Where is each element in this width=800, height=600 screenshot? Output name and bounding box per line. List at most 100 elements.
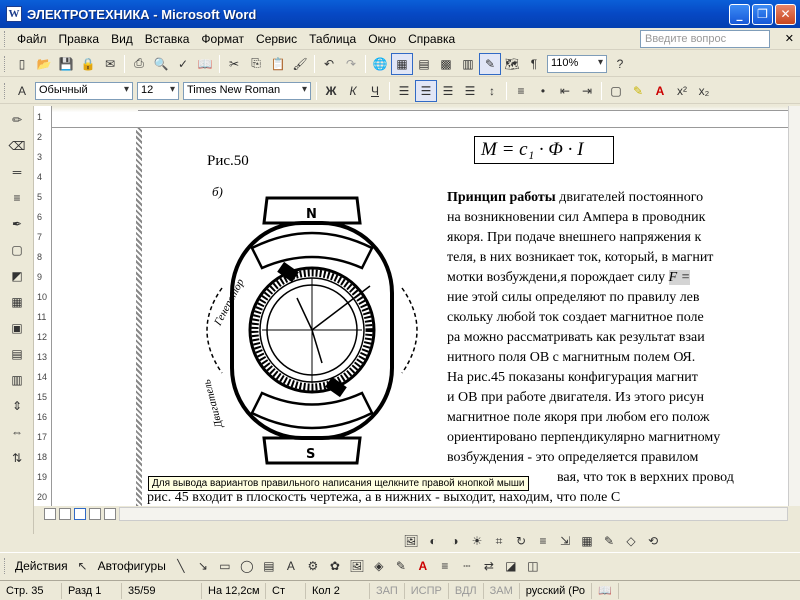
- normal-view-icon[interactable]: [44, 508, 56, 520]
- document-close-icon[interactable]: ✕: [785, 32, 794, 45]
- superscript-button[interactable]: x²: [671, 80, 693, 102]
- menu-edit[interactable]: Правка: [53, 29, 106, 49]
- dc-motor-figure[interactable]: N S б) Генератор Двигатель: [202, 178, 422, 468]
- spelling-icon[interactable]: ✓: [172, 53, 194, 75]
- undo-icon[interactable]: ↶: [318, 53, 340, 75]
- bold-button[interactable]: Ж: [320, 80, 342, 102]
- menu-tools[interactable]: Сервис: [250, 29, 303, 49]
- show-hide-icon[interactable]: ¶: [523, 53, 545, 75]
- format-picture-icon[interactable]: ✎: [598, 530, 620, 552]
- menu-help[interactable]: Справка: [402, 29, 461, 49]
- tables-borders-icon[interactable]: ▦: [391, 52, 413, 75]
- document-map-icon[interactable]: 🗺: [501, 53, 523, 75]
- numbering-icon[interactable]: ≡: [510, 80, 532, 102]
- actions-menu[interactable]: Действия: [11, 559, 72, 573]
- outline-view-icon[interactable]: [89, 508, 101, 520]
- print-icon[interactable]: ⎙: [128, 53, 150, 75]
- line-spacing-icon[interactable]: ↕: [481, 80, 503, 102]
- clipart-icon[interactable]: ✿: [324, 555, 346, 577]
- wordart-icon[interactable]: A: [280, 555, 302, 577]
- justify-icon[interactable]: ☰: [459, 80, 481, 102]
- borders-icon[interactable]: ▢: [605, 80, 627, 102]
- inline-formula[interactable]: F =: [668, 270, 691, 285]
- text-wrap-icon[interactable]: ▦: [576, 530, 598, 552]
- line-icon[interactable]: ╲: [170, 555, 192, 577]
- diagram-icon[interactable]: ⚙: [302, 555, 324, 577]
- vertical-scrollbar[interactable]: [788, 106, 800, 506]
- autoshapes-menu[interactable]: Автофигуры: [94, 559, 170, 573]
- arrow-style-icon[interactable]: ⇄: [478, 555, 500, 577]
- font-color-draw-icon[interactable]: A: [412, 555, 434, 577]
- menu-window[interactable]: Окно: [362, 29, 402, 49]
- split-cells-icon[interactable]: ▤: [6, 343, 28, 365]
- close-button[interactable]: ✕: [775, 4, 796, 25]
- line-weight-icon[interactable]: ≡: [6, 187, 28, 209]
- line-style-icon[interactable]: ═: [6, 161, 28, 183]
- picture-icon[interactable]: 🖼: [346, 555, 368, 577]
- 3d-icon[interactable]: ◫: [522, 555, 544, 577]
- align-left-icon[interactable]: ☰: [393, 80, 415, 102]
- format-painter-icon[interactable]: 🖌: [289, 53, 311, 75]
- toolbar-grip[interactable]: [4, 82, 7, 99]
- status-rec[interactable]: ЗАП: [370, 582, 405, 599]
- highlight-icon[interactable]: ✎: [627, 80, 649, 102]
- eraser-icon[interactable]: ⌫: [6, 135, 28, 157]
- bullets-icon[interactable]: •: [532, 80, 554, 102]
- print-layout-icon[interactable]: [74, 508, 86, 520]
- new-document-icon[interactable]: ▯: [11, 53, 33, 75]
- reading-view-icon[interactable]: [104, 508, 116, 520]
- permission-icon[interactable]: 🔒: [77, 53, 99, 75]
- increase-indent-icon[interactable]: ⇥: [576, 80, 598, 102]
- hyperlink-icon[interactable]: 🌐: [369, 53, 391, 75]
- insert-picture-icon[interactable]: 🖼: [400, 530, 422, 552]
- redo-icon[interactable]: ↷: [340, 53, 362, 75]
- distribute-rows-icon[interactable]: ⇕: [6, 395, 28, 417]
- decrease-indent-icon[interactable]: ⇤: [554, 80, 576, 102]
- styles-pane-icon[interactable]: A: [11, 80, 33, 102]
- font-color-icon[interactable]: A: [649, 80, 671, 102]
- color-icon[interactable]: ◐: [422, 530, 444, 552]
- oval-icon[interactable]: ◯: [236, 555, 258, 577]
- pencil-icon[interactable]: ✏: [6, 109, 28, 131]
- insert-excel-icon[interactable]: ▩: [435, 53, 457, 75]
- style-select[interactable]: Обычный: [35, 81, 133, 100]
- border-color-icon[interactable]: ✒: [6, 213, 28, 235]
- menu-format[interactable]: Формат: [195, 29, 250, 49]
- copy-icon[interactable]: ⎘: [245, 53, 267, 75]
- zoom-select[interactable]: 110%: [547, 54, 607, 73]
- open-folder-icon[interactable]: 📂: [33, 53, 55, 75]
- menu-grip[interactable]: [4, 30, 7, 47]
- dash-style-icon[interactable]: ┄: [456, 555, 478, 577]
- status-trk[interactable]: ИСПР: [405, 582, 449, 599]
- document-text[interactable]: Принцип работы двигателей постоянного на…: [147, 188, 788, 506]
- align-center-icon[interactable]: ☰: [415, 79, 437, 102]
- italic-button[interactable]: К: [342, 80, 364, 102]
- font-size-select[interactable]: 12: [137, 81, 179, 100]
- insert-table-icon[interactable]: ▤: [413, 53, 435, 75]
- menu-insert[interactable]: Вставка: [139, 29, 196, 49]
- help-icon[interactable]: ?: [609, 53, 631, 75]
- line-style-pic-icon[interactable]: ≡: [532, 530, 554, 552]
- select-objects-icon[interactable]: ↖: [72, 555, 94, 577]
- status-ovr[interactable]: ЗАМ: [484, 582, 520, 599]
- vertical-ruler[interactable]: 1 2 3 4 5 6 7 8 9 10 11 12 13 14 15 16 1…: [34, 106, 52, 506]
- crop-icon[interactable]: ⌗: [488, 530, 510, 552]
- paste-icon[interactable]: 📋: [267, 53, 289, 75]
- web-view-icon[interactable]: [59, 508, 71, 520]
- email-icon[interactable]: ✉: [99, 53, 121, 75]
- status-ext[interactable]: ВДЛ: [449, 582, 484, 599]
- word-app-icon[interactable]: W: [6, 6, 22, 22]
- document-page[interactable]: Рис.50 M = c₁ · Φ · I N S б) Генератор Д…: [52, 128, 788, 506]
- menu-view[interactable]: Вид: [105, 29, 139, 49]
- merge-cells-icon[interactable]: ▣: [6, 317, 28, 339]
- align-cell-icon[interactable]: ▥: [6, 369, 28, 391]
- minimize-button[interactable]: _: [729, 4, 750, 25]
- toolbar-grip[interactable]: [4, 55, 7, 72]
- fill-color-icon[interactable]: ◈: [368, 555, 390, 577]
- shading-color-icon[interactable]: ◩: [6, 265, 28, 287]
- rotate-icon[interactable]: ↻: [510, 530, 532, 552]
- restore-button[interactable]: ❐: [752, 4, 773, 25]
- menu-table[interactable]: Таблица: [303, 29, 362, 49]
- underline-button[interactable]: Ч: [364, 80, 386, 102]
- spelling-status-icon[interactable]: 📖: [592, 582, 619, 599]
